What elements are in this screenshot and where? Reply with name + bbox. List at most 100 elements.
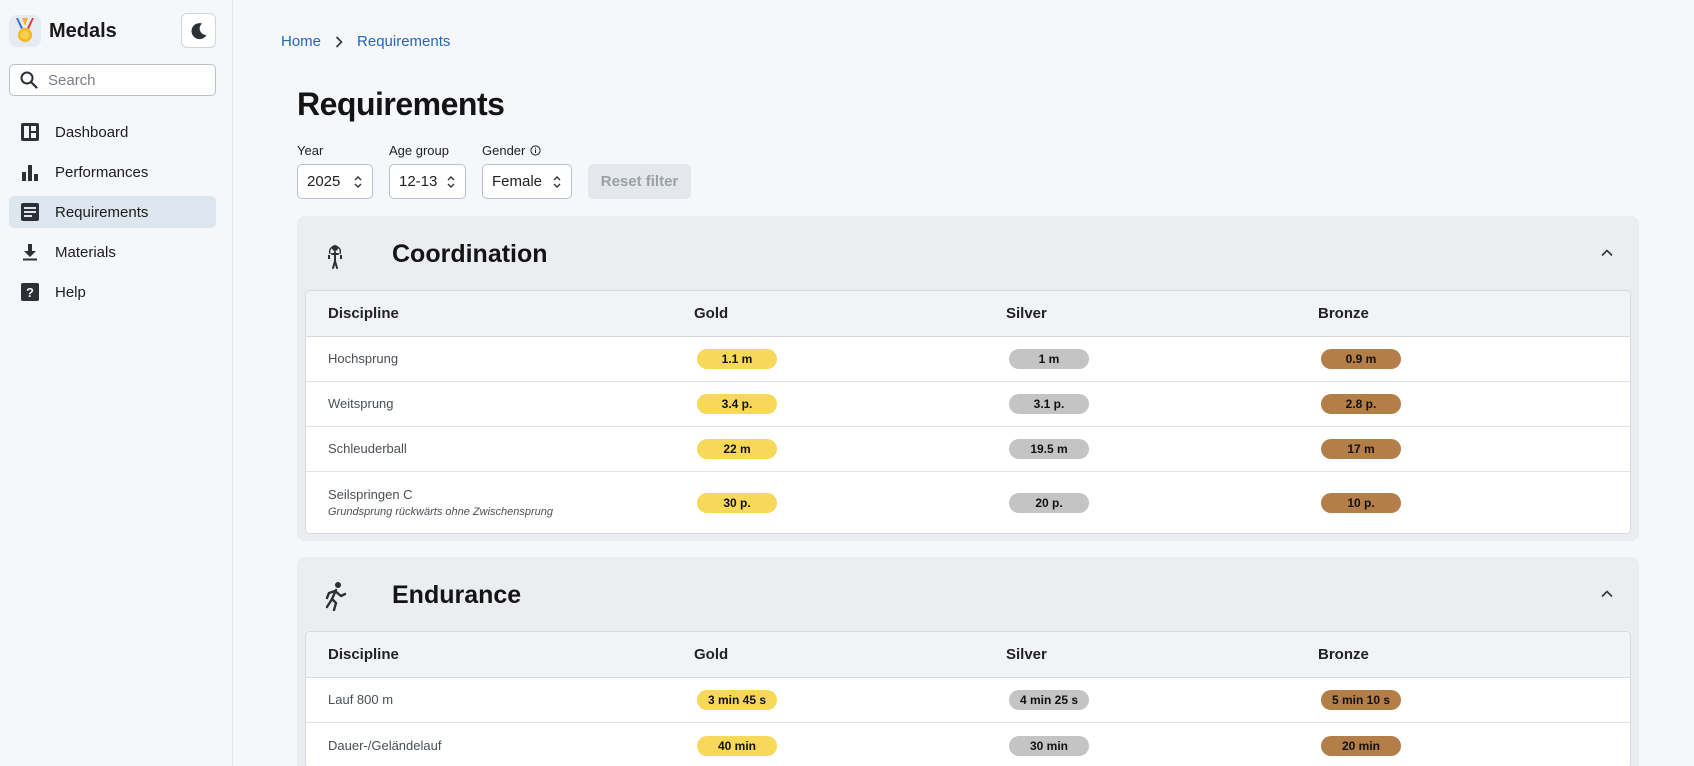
gender-filter: Gender Female: [482, 142, 572, 199]
year-select[interactable]: 2025: [297, 164, 373, 199]
discipline-name: Lauf 800 m: [328, 692, 394, 707]
table-row: Hochsprung 1.1 m 1 m 0.9 m: [306, 337, 1630, 382]
svg-text:?: ?: [26, 285, 34, 300]
sort-updown-icon: [553, 175, 561, 188]
age-group-select[interactable]: 12-13: [389, 164, 466, 199]
dashboard-icon: [20, 122, 40, 142]
gold-value: 1.1 m: [697, 349, 777, 369]
silver-value: 19.5 m: [1009, 439, 1089, 459]
breadcrumb: Home Requirements: [281, 33, 450, 50]
coordination-section: Coordination Discipline Gold Silver Bron…: [297, 216, 1639, 541]
table-row: Schleuderball 22 m 19.5 m 17 m: [306, 427, 1630, 472]
discipline-header: Discipline: [328, 305, 399, 322]
requirements-table: Discipline Gold Silver Bronze Lauf 800 m…: [305, 631, 1631, 766]
search-icon: [20, 71, 38, 89]
gold-value: 40 min: [697, 735, 777, 756]
discipline-name: Hochsprung: [328, 351, 399, 366]
discipline-name: Dauer-/Geländelauf: [328, 737, 442, 753]
age-group-label: Age group: [389, 142, 449, 158]
section-title: Coordination: [392, 240, 548, 268]
download-icon: [20, 242, 40, 262]
sidebar-item-label: Performances: [55, 163, 149, 181]
table-row: Seilspringen C Grundsprung rückwärts ohn…: [306, 472, 1630, 533]
search-input[interactable]: [48, 71, 198, 89]
filter-bar: Year 2025 Age group 12-13 Gender Female …: [297, 142, 691, 199]
discipline-name: Weitsprung: [328, 396, 394, 411]
table-row: Lauf 800 m 3 min 45 s 4 min 25 s 5 min 1…: [306, 678, 1630, 723]
endurance-section: Endurance Discipline Gold Silver Bronze …: [297, 557, 1639, 766]
silver-value: 30 min: [1009, 735, 1089, 756]
bronze-value: 5 min 10 s: [1321, 690, 1401, 710]
bronze-value: 20 min: [1321, 735, 1401, 756]
year-label: Year: [297, 142, 324, 158]
breadcrumb-home-link[interactable]: Home: [281, 33, 321, 50]
section-title: Endurance: [392, 581, 522, 609]
bronze-value: 0.9 m: [1321, 349, 1401, 369]
year-value: 2025: [307, 173, 341, 190]
moon-icon: [191, 22, 206, 39]
sidebar-item-label: Requirements: [55, 203, 149, 221]
sidebar-item-label: Materials: [55, 243, 116, 261]
discipline-header: Discipline: [328, 646, 399, 663]
bronze-value: 2.8 p.: [1321, 394, 1401, 414]
gender-label-row: Gender: [482, 142, 572, 158]
discipline-name: Schleuderball: [328, 441, 407, 456]
running-icon: [325, 582, 347, 611]
table-row: Dauer-/Geländelauf 40 min 30 min 20 min: [306, 723, 1630, 766]
silver-value: 20 p.: [1009, 492, 1089, 513]
sidebar-item-dashboard[interactable]: Dashboard: [9, 116, 216, 148]
gender-value: Female: [492, 173, 543, 190]
silver-header: Silver: [1006, 646, 1047, 663]
sort-updown-icon: [354, 175, 362, 188]
age-group-value: 12-13: [399, 173, 438, 190]
search-box[interactable]: [9, 64, 216, 96]
app-name: Medals: [49, 19, 117, 42]
chevron-up-icon[interactable]: [1599, 245, 1615, 261]
gold-value: 3.4 p.: [697, 394, 777, 414]
gender-select[interactable]: Female: [482, 164, 572, 199]
silver-value: 3.1 p.: [1009, 394, 1089, 414]
gold-value: 22 m: [697, 439, 777, 459]
medal-logo-icon: [9, 15, 41, 47]
sidebar-nav: Dashboard Performances Requirements Mate…: [9, 116, 216, 316]
bronze-value: 17 m: [1321, 439, 1401, 459]
age-group-filter: Age group 12-13: [389, 142, 466, 199]
theme-toggle-button[interactable]: [181, 13, 216, 48]
table-header: Discipline Gold Silver Bronze: [306, 632, 1630, 678]
chevron-right-icon: [335, 35, 343, 48]
brand[interactable]: Medals: [9, 15, 117, 47]
sidebar-item-requirements[interactable]: Requirements: [9, 196, 216, 228]
gender-label: Gender: [482, 142, 526, 158]
info-icon[interactable]: [530, 144, 541, 156]
discipline-name: Seilspringen C: [328, 487, 413, 502]
gold-header: Gold: [694, 305, 729, 322]
year-filter: Year 2025: [297, 142, 373, 199]
sidebar-item-help[interactable]: ? Help: [9, 276, 216, 308]
section-header[interactable]: Coordination: [297, 216, 1639, 290]
sidebar-item-label: Help: [55, 283, 86, 301]
list-icon: [20, 202, 40, 222]
sidebar-item-performances[interactable]: Performances: [9, 156, 216, 188]
bronze-value: 10 p.: [1321, 492, 1401, 513]
discipline-note: Grundsprung rückwärts ohne Zwischensprun…: [328, 506, 554, 518]
bronze-header: Bronze: [1318, 646, 1369, 663]
breadcrumb-current-link[interactable]: Requirements: [357, 33, 450, 50]
sidebar-item-label: Dashboard: [55, 123, 129, 141]
gold-value: 30 p.: [697, 492, 777, 513]
table-row: Weitsprung 3.4 p. 3.1 p. 2.8 p.: [306, 382, 1630, 427]
bar-chart-icon: [20, 162, 40, 182]
reset-filter-button[interactable]: Reset filter: [588, 164, 691, 199]
bronze-header: Bronze: [1318, 305, 1369, 322]
page-title: Requirements: [297, 86, 505, 122]
help-icon: ?: [20, 282, 40, 302]
requirements-table: Discipline Gold Silver Bronze Hochsprung…: [305, 290, 1631, 534]
sidebar-item-materials[interactable]: Materials: [9, 236, 216, 268]
section-header[interactable]: Endurance: [297, 557, 1639, 631]
silver-value: 1 m: [1009, 349, 1089, 369]
chevron-up-icon[interactable]: [1599, 586, 1615, 602]
gold-value: 3 min 45 s: [697, 690, 777, 710]
silver-value: 4 min 25 s: [1009, 690, 1089, 710]
sidebar: Medals Dashboard Performances: [0, 0, 233, 766]
silver-header: Silver: [1006, 305, 1047, 322]
gold-header: Gold: [694, 646, 729, 663]
